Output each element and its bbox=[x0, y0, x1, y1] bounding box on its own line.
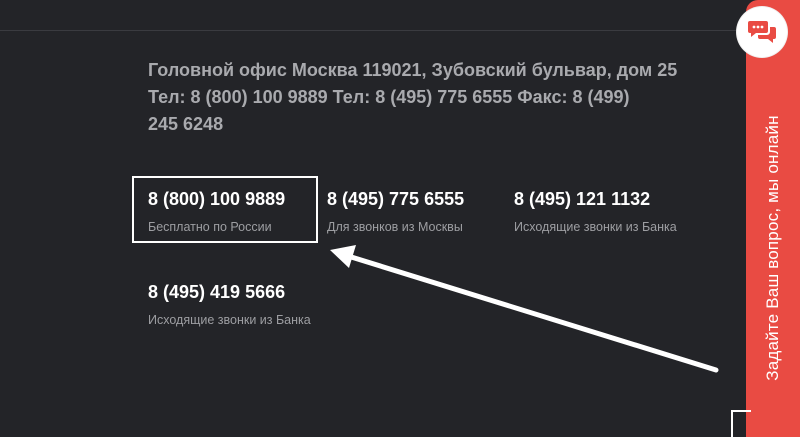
chat-widget-button[interactable] bbox=[737, 7, 787, 57]
chat-widget-label[interactable]: Задайте Ваш вопрос, мы онлайн bbox=[763, 115, 783, 380]
annotation-arrow-shaft bbox=[345, 253, 719, 373]
address-line-1: Головной офис Москва 119021, Зубовский б… bbox=[148, 60, 678, 80]
phone-number-link[interactable]: 8 (495) 419 5666 bbox=[148, 281, 311, 303]
address-line-2: Тел: 8 (800) 100 9889 Тел: 8 (495) 775 6… bbox=[148, 87, 630, 107]
corner-frame bbox=[731, 410, 751, 437]
phone-caption: Исходящие звонки из Банка bbox=[148, 313, 311, 327]
phone-caption: Для звонков из Москвы bbox=[327, 220, 463, 234]
chat-bubbles-icon bbox=[748, 21, 776, 43]
annotation-arrow-head bbox=[330, 245, 356, 268]
contacts-page: Головной офис Москва 119021, Зубовский б… bbox=[0, 0, 800, 437]
phone-number-link[interactable]: 8 (495) 121 1132 bbox=[514, 188, 677, 210]
phone-block-bank-outgoing-2[interactable]: 8 (495) 419 5666 Исходящие звонки из Бан… bbox=[148, 281, 311, 328]
phone-number-link[interactable]: 8 (495) 775 6555 bbox=[327, 188, 464, 210]
highlight-box bbox=[132, 176, 318, 243]
phone-block-moscow[interactable]: 8 (495) 775 6555 Для звонков из Москвы bbox=[327, 188, 464, 235]
phone-caption: Исходящие звонки из Банка bbox=[514, 220, 677, 234]
top-divider bbox=[0, 30, 740, 31]
phone-block-bank-outgoing-1[interactable]: 8 (495) 121 1132 Исходящие звонки из Бан… bbox=[514, 188, 677, 235]
address-line-3: 245 6248 bbox=[148, 114, 224, 134]
head-office-address: Головной офис Москва 119021, Зубовский б… bbox=[148, 57, 748, 138]
